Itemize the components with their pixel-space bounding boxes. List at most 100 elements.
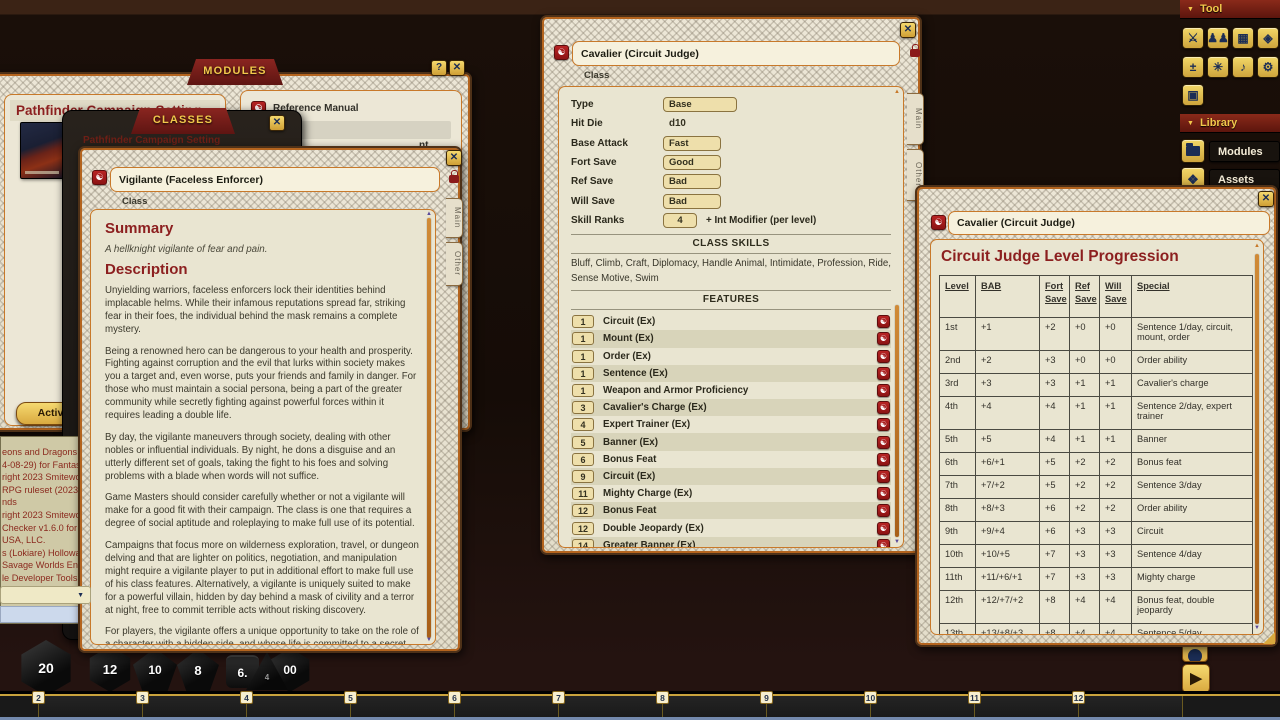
Weapon and Armor Proficiency[interactable]: 1 Weapon and Armor Proficiency ☯: [571, 382, 891, 399]
close-icon[interactable]: ✕: [1258, 191, 1274, 207]
record-title-field[interactable]: Vigilante (Faceless Enforcer): [110, 167, 440, 192]
lock-icon[interactable]: [910, 49, 920, 57]
hotbar-slot[interactable]: 4: [246, 696, 350, 717]
link-icon[interactable]: ☯: [877, 418, 890, 431]
fort-save-field[interactable]: Good: [663, 155, 721, 170]
link-icon[interactable]: ☯: [92, 170, 107, 185]
chat-log[interactable]: eons and Dragons (4-08-29) for Fantasyri…: [1, 437, 78, 583]
dice-tower-icon[interactable]: ◈: [1257, 27, 1279, 49]
group-icon[interactable]: ♟♟: [1207, 27, 1229, 49]
link-icon[interactable]: ☯: [877, 384, 890, 397]
classes-window-tab[interactable]: Classes: [131, 108, 235, 134]
die-d20[interactable]: 20: [18, 640, 74, 696]
link-icon[interactable]: ☯: [877, 350, 890, 363]
link-icon[interactable]: ☯: [877, 522, 890, 535]
link-icon[interactable]: ☯: [877, 487, 890, 500]
scrollbar[interactable]: [1255, 254, 1259, 624]
resize-grip[interactable]: [1263, 632, 1275, 644]
link-icon[interactable]: ☯: [877, 539, 890, 548]
modifiers-icon[interactable]: ±: [1182, 56, 1204, 78]
modules-window-tab[interactable]: Modules: [187, 59, 283, 85]
hotbar-slot[interactable]: 7: [558, 696, 662, 717]
link-icon[interactable]: ☯: [554, 45, 569, 60]
type-field[interactable]: Base: [663, 97, 737, 112]
Mount (Ex)[interactable]: 1 Mount (Ex) ☯: [571, 330, 891, 347]
tokens-icon[interactable]: ▣: [1182, 84, 1204, 106]
modules-icon[interactable]: [1181, 139, 1205, 163]
sound-icon[interactable]: ♪: [1232, 56, 1254, 78]
link-icon[interactable]: ☯: [877, 401, 890, 414]
tab-main[interactable]: Main: [907, 93, 924, 145]
close-icon[interactable]: ✕: [449, 60, 465, 76]
scrollbar[interactable]: [427, 218, 431, 638]
hotbar-slot[interactable]: 10: [870, 696, 974, 717]
ref-save-field[interactable]: Bad: [663, 174, 721, 189]
chat-line: s (Lokiare) Hollowa: [2, 547, 78, 560]
table-row: 6th +6/+1 +5 +2 +2 Bonus feat: [940, 453, 1252, 476]
hotbar-slot[interactable]: 9: [766, 696, 870, 717]
link-icon[interactable]: ☯: [877, 436, 890, 449]
Banner (Ex)[interactable]: 5 Banner (Ex) ☯: [571, 433, 891, 450]
chat-mode-dropdown[interactable]: ▼: [0, 586, 91, 604]
feature-name: Mighty Charge (Ex): [603, 488, 877, 499]
chevron-down-icon: ▼: [1187, 6, 1194, 13]
swords-icon[interactable]: ⚔: [1182, 27, 1204, 49]
options-icon[interactable]: ⚙: [1257, 56, 1279, 78]
class-description-pane: Summary A hellknight vigilante of fear a…: [90, 209, 436, 645]
effects-icon[interactable]: ✳: [1207, 56, 1229, 78]
Circuit (Ex)[interactable]: 9 Circuit (Ex) ☯: [571, 468, 891, 485]
Mighty Charge (Ex)[interactable]: 11 Mighty Charge (Ex) ☯: [571, 485, 891, 502]
sidebar-item-modules[interactable]: Modules: [1209, 141, 1280, 162]
skill-ranks-field[interactable]: 4: [663, 213, 697, 228]
tab-main[interactable]: Main: [446, 198, 463, 238]
field-type: Type Base: [571, 95, 891, 114]
link-icon[interactable]: ☯: [877, 504, 890, 517]
close-icon[interactable]: ✕: [900, 22, 916, 38]
calendar-icon[interactable]: ▦: [1232, 27, 1254, 49]
link-icon[interactable]: ☯: [877, 453, 890, 466]
record-title-field[interactable]: Cavalier (Circuit Judge): [948, 211, 1270, 235]
hotbar-slot[interactable]: [1182, 696, 1280, 717]
Sentence (Ex)[interactable]: 1 Sentence (Ex) ☯: [571, 365, 891, 382]
lock-icon[interactable]: [449, 175, 459, 183]
die-d8[interactable]: 8: [177, 649, 219, 691]
record-title-field[interactable]: Cavalier (Circuit Judge): [572, 41, 900, 66]
Cavalier's Charge (Ex)[interactable]: 3 Cavalier's Charge (Ex) ☯: [571, 399, 891, 416]
will-save-field[interactable]: Bad: [663, 194, 721, 209]
Double Jeopardy (Ex)[interactable]: 12 Double Jeopardy (Ex) ☯: [571, 519, 891, 536]
description-heading: Description: [105, 261, 421, 278]
Bonus Feat[interactable]: 12 Bonus Feat ☯: [571, 502, 891, 519]
Greater Banner (Ex)[interactable]: 14 Greater Banner (Ex) ☯: [571, 537, 891, 548]
Circuit (Ex)[interactable]: 1 Circuit (Ex) ☯: [571, 313, 891, 330]
hotbar-slot[interactable]: 3: [142, 696, 246, 717]
hotbar-slot[interactable]: 8: [662, 696, 766, 717]
link-icon[interactable]: ☯: [877, 315, 890, 328]
sidebar-section-library[interactable]: ▼ Library: [1180, 114, 1280, 133]
base-attack-field[interactable]: Fast: [663, 136, 721, 151]
hotbar-slot[interactable]: 12: [1078, 696, 1182, 717]
hotbar-slot[interactable]: 11: [974, 696, 1078, 717]
tool-buttons: ⚔ ♟♟ ▦ ◈ ± ✳ ♪ ⚙ ▣: [1182, 27, 1279, 106]
hotbar-slot[interactable]: 5: [350, 696, 454, 717]
hotbar-slot[interactable]: 6: [454, 696, 558, 717]
description-paragraph: For players, the vigilante offers a uniq…: [105, 626, 421, 645]
help-button[interactable]: ?: [431, 60, 447, 76]
link-icon[interactable]: ☯: [877, 332, 890, 345]
tab-other[interactable]: Other: [446, 242, 463, 286]
hotbar-slot-number: 2: [32, 691, 45, 704]
close-icon[interactable]: ✕: [269, 115, 285, 131]
die-d10[interactable]: 10: [133, 648, 177, 692]
Expert Trainer (Ex)[interactable]: 4 Expert Trainer (Ex) ☯: [571, 416, 891, 433]
link-icon[interactable]: ☯: [931, 215, 946, 230]
feature-level: 1: [572, 384, 594, 397]
Order (Ex)[interactable]: 1 Order (Ex) ☯: [571, 348, 891, 365]
module-cover-thumbnail[interactable]: [20, 122, 64, 179]
hotbar-slot[interactable]: 2: [38, 696, 142, 717]
link-icon[interactable]: ☯: [877, 470, 890, 483]
sidebar-section-tool[interactable]: ▼ Tool: [1180, 0, 1280, 19]
scrollbar[interactable]: [895, 305, 899, 537]
play-button[interactable]: ▶: [1182, 664, 1210, 693]
Bonus Feat[interactable]: 6 Bonus Feat ☯: [571, 451, 891, 468]
close-icon[interactable]: ✕: [446, 150, 462, 166]
link-icon[interactable]: ☯: [877, 367, 890, 380]
